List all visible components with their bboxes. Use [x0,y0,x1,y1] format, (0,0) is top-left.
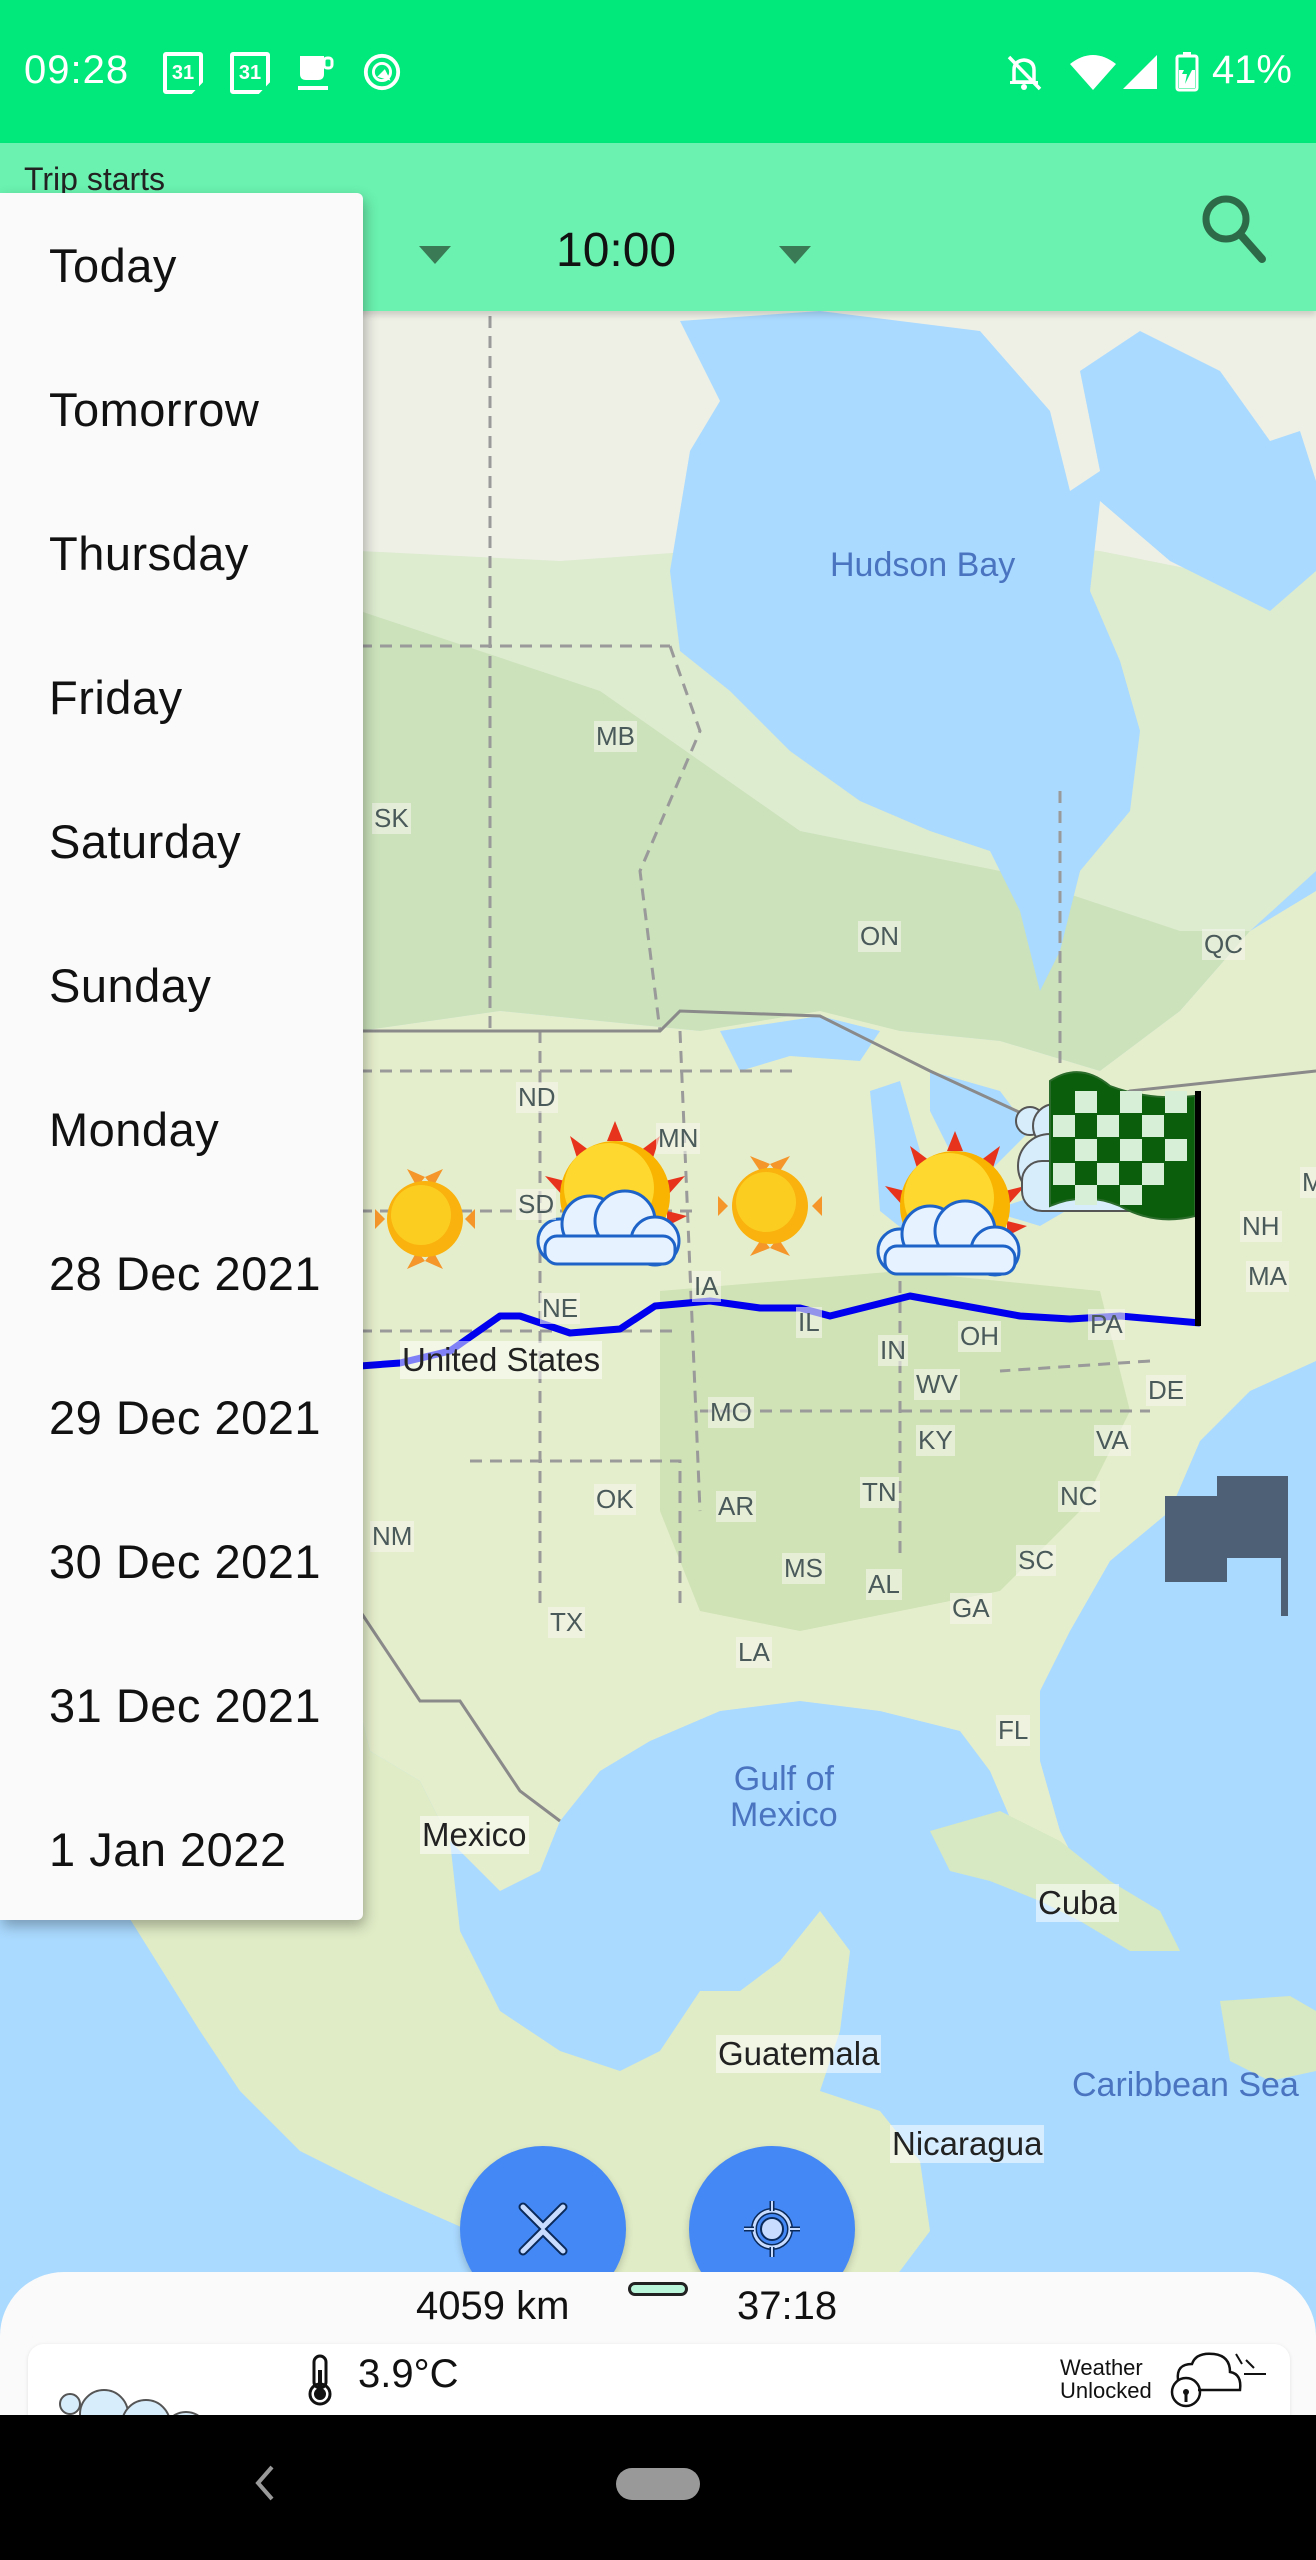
map-label-sd: SD [516,1189,557,1220]
battery-charging-icon [1174,52,1200,92]
system-nav-bar [0,2415,1316,2560]
menu-item-31-dec-2021[interactable]: 31 Dec 2021 [0,1633,363,1777]
map-label-pa: PA [1088,1309,1125,1340]
menu-item-29-dec-2021[interactable]: 29 Dec 2021 [0,1345,363,1489]
cloudy-icon [59,2389,199,2415]
map-label-mn: MN [656,1123,701,1154]
map-label-me: M [1300,1167,1316,1198]
map-label-ok: OK [594,1484,636,1515]
map-label-in: IN [878,1335,908,1366]
map-label-la: LA [736,1637,772,1668]
menu-item-monday[interactable]: Monday [0,1057,363,1201]
weather-unlocked-logo: Weather Unlocked [1060,2355,1152,2403]
chevron-down-icon [779,246,811,264]
my-location-icon [744,2201,800,2257]
trip-duration: 37:18 [737,2284,838,2328]
menu-item-30-dec-2021[interactable]: 30 Dec 2021 [0,1489,363,1633]
search-button[interactable] [1192,187,1272,267]
map-label-nicaragua: Nicaragua [890,2125,1045,2163]
map-label-sk: SK [372,803,411,834]
thermometer-icon [308,2354,332,2406]
time-value: 10:00 [556,224,677,277]
menu-item-friday[interactable]: Friday [0,625,363,769]
map-label-qc: QC [1202,929,1245,960]
flag-icon [1165,1476,1288,1616]
map-label-de: DE [1146,1375,1187,1406]
wifi-icon [1070,52,1116,92]
map-label-mo: MO [708,1397,754,1428]
coffee-cup-icon [296,52,336,92]
trip-distance: 4059 km [416,2284,570,2328]
bell-off-icon [1004,52,1044,92]
menu-item-1-jan-2022[interactable]: 1 Jan 2022 [0,1777,363,1921]
trip-bottom-sheet[interactable]: 4059 km 37:18 3.9°C Weather Unlocked [0,2272,1316,2415]
date-dropdown-menu: Today Tomorrow Thursday Friday Saturday … [0,193,363,1920]
temperature-value: 3.9°C [358,2352,459,2396]
map-label-united-states: United States [400,1341,603,1379]
time-selector[interactable]: 10:00 [540,213,830,293]
cellular-signal-icon [1120,52,1160,92]
map-label-ne: NE [540,1293,581,1324]
map-label-sc: SC [1016,1545,1057,1576]
chevron-down-icon [419,246,451,264]
map-label-caribbean-sea: Caribbean Sea [1072,2066,1299,2104]
map-label-oh: OH [958,1321,1001,1352]
map-label-va: VA [1094,1425,1131,1456]
map-label-guatemala: Guatemala [716,2035,882,2073]
map-label-ms: MS [782,1553,825,1584]
battery-percent: 41% [1211,48,1292,92]
map-label-gulf-of-mexico: Gulf of Mexico [730,1760,838,1834]
map-label-mb: MB [594,721,637,752]
back-icon[interactable] [250,2463,280,2503]
map-label-al: AL [866,1569,902,1600]
drag-handle[interactable] [628,2282,688,2296]
calendar-31-icon: 31 [163,52,203,94]
status-time: 09:28 [24,48,130,92]
menu-item-saturday[interactable]: Saturday [0,769,363,913]
map-label-on: ON [858,921,901,952]
weather-unlocked-cloud-lock-icon [1170,2352,1266,2408]
close-icon [518,2202,568,2256]
menu-item-sunday[interactable]: Sunday [0,913,363,1057]
calendar-31-icon: 31 [230,52,270,94]
menu-item-thursday[interactable]: Thursday [0,481,363,625]
map-label-wv: WV [914,1369,960,1400]
map-label-nd: ND [516,1082,558,1113]
map-label-ar: AR [716,1491,757,1522]
map-label-ky: KY [916,1425,955,1456]
map-label-nm: NM [370,1521,415,1552]
map-label-nh: NH [1240,1211,1282,1242]
map-label-tn: TN [860,1477,899,1508]
map-label-ma: MA [1246,1261,1289,1292]
menu-item-tomorrow[interactable]: Tomorrow [0,337,363,481]
map-label-il: IL [796,1307,822,1338]
menu-item-today[interactable]: Today [0,193,363,337]
menu-item-28-dec-2021[interactable]: 28 Dec 2021 [0,1201,363,1345]
map-label-ia: IA [692,1271,721,1302]
weather-card[interactable]: 3.9°C Weather Unlocked [28,2344,1290,2415]
map-label-cuba: Cuba [1036,1884,1119,1922]
map-label-ga: GA [950,1593,992,1624]
search-icon [1202,195,1266,263]
map-label-fl: FL [996,1715,1031,1746]
android-q-icon [362,52,402,92]
map-label-nc: NC [1058,1481,1100,1512]
status-bar: 09:28 31 31 41% [0,0,1316,143]
map-label-mexico: Mexico [420,1816,529,1854]
home-pill-icon[interactable] [616,2468,700,2500]
map-label-tx: TX [548,1607,586,1638]
map-label-hudson-bay: Hudson Bay [830,546,1016,584]
